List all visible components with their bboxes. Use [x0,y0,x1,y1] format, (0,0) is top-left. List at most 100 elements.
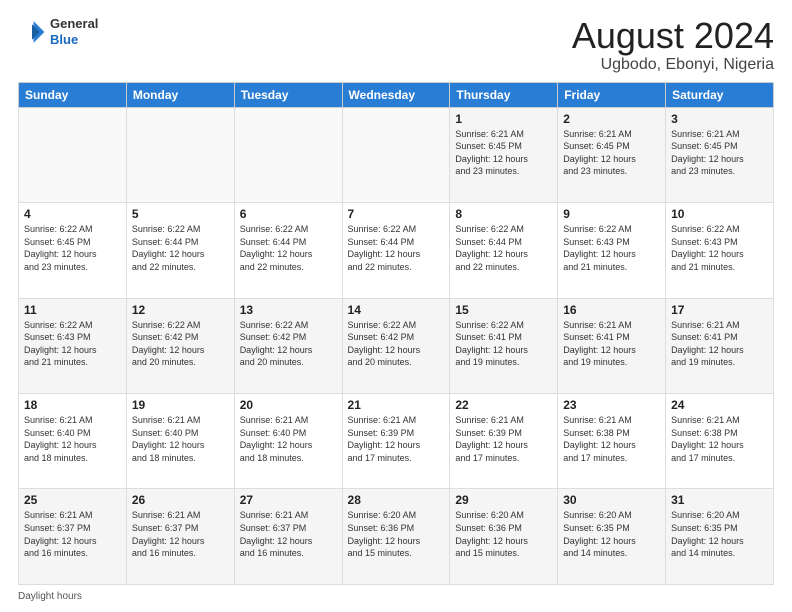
day-number: 18 [24,398,121,412]
day-info: Sunrise: 6:22 AMSunset: 6:42 PMDaylight:… [348,319,445,369]
footer-label: Daylight hours [18,591,82,602]
day-cell: 24Sunrise: 6:21 AMSunset: 6:38 PMDayligh… [666,394,774,489]
day-info: Sunrise: 6:22 AMSunset: 6:45 PMDaylight:… [24,223,121,273]
week-row-0: 1 Sunrise: 6:21 AMSunset: 6:45 PMDaylight… [19,107,774,202]
header-row: SundayMondayTuesdayWednesdayThursdayFrid… [19,82,774,107]
day-info: Sunrise: 6:21 AMSunset: 6:37 PMDaylight:… [240,509,337,559]
day-number: 31 [671,493,768,507]
day-number: 22 [455,398,552,412]
day-cell: 28Sunrise: 6:20 AMSunset: 6:36 PMDayligh… [342,489,450,585]
day-number: 6 [240,207,337,221]
day-cell [19,107,127,202]
day-number: 21 [348,398,445,412]
page: General Blue August 2024 Ugbodo, Ebonyi,… [0,0,792,612]
day-cell: 30 Sunrise: 6:20 AMSunset: 6:35 PMDayligh… [558,489,666,585]
day-number: 9 [563,207,660,221]
day-cell: 17 Sunrise: 6:21 AMSunset: 6:41 PMDayligh… [666,298,774,393]
day-info: Sunrise: 6:20 AMSunset: 6:36 PMDaylight:… [348,509,445,559]
day-cell: 18 Sunrise: 6:21 AMSunset: 6:40 PMDayligh… [19,394,127,489]
day-cell: 6Sunrise: 6:22 AMSunset: 6:44 PMDaylight… [234,203,342,298]
day-cell: 25 Sunrise: 6:21 AMSunset: 6:37 PMDayligh… [19,489,127,585]
day-info: Sunrise: 6:20 AMSunset: 6:35 PMDaylight:… [563,509,660,559]
day-cell: 26Sunrise: 6:21 AMSunset: 6:37 PMDayligh… [126,489,234,585]
day-info: Sunrise: 6:20 AMSunset: 6:35 PMDaylight:… [671,509,768,559]
week-row-3: 18 Sunrise: 6:21 AMSunset: 6:40 PMDayligh… [19,394,774,489]
day-info: Sunrise: 6:22 AMSunset: 6:44 PMDaylight:… [455,223,552,273]
header-cell-wednesday: Wednesday [342,82,450,107]
day-info: Sunrise: 6:21 AMSunset: 6:39 PMDaylight:… [455,414,552,464]
main-title: August 2024 [572,16,774,56]
header-cell-thursday: Thursday [450,82,558,107]
day-cell: 4 Sunrise: 6:22 AMSunset: 6:45 PMDaylight… [19,203,127,298]
day-cell: 29 Sunrise: 6:20 AMSunset: 6:36 PMDayligh… [450,489,558,585]
footer: Daylight hours [18,591,774,602]
day-number: 10 [671,207,768,221]
day-cell: 8 Sunrise: 6:22 AMSunset: 6:44 PMDaylight… [450,203,558,298]
day-number: 30 [563,493,660,507]
day-number: 23 [563,398,660,412]
day-number: 29 [455,493,552,507]
title-section: August 2024 Ugbodo, Ebonyi, Nigeria [572,16,774,74]
day-cell: 13Sunrise: 6:22 AMSunset: 6:42 PMDayligh… [234,298,342,393]
header-cell-saturday: Saturday [666,82,774,107]
day-info: Sunrise: 6:21 AMSunset: 6:37 PMDaylight:… [132,509,229,559]
day-cell [234,107,342,202]
day-cell: 2Sunrise: 6:21 AMSunset: 6:45 PMDaylight… [558,107,666,202]
day-number: 17 [671,303,768,317]
logo-general: General [50,16,98,31]
day-number: 19 [132,398,229,412]
day-info: Sunrise: 6:21 AMSunset: 6:45 PMDaylight:… [455,128,552,178]
day-number: 4 [24,207,121,221]
week-row-2: 11Sunrise: 6:22 AMSunset: 6:43 PMDayligh… [19,298,774,393]
day-number: 16 [563,303,660,317]
header-cell-tuesday: Tuesday [234,82,342,107]
day-info: Sunrise: 6:20 AMSunset: 6:36 PMDaylight:… [455,509,552,559]
day-cell: 22 Sunrise: 6:21 AMSunset: 6:39 PMDayligh… [450,394,558,489]
day-number: 11 [24,303,121,317]
day-info: Sunrise: 6:22 AMSunset: 6:44 PMDaylight:… [132,223,229,273]
day-cell: 10Sunrise: 6:22 AMSunset: 6:43 PMDayligh… [666,203,774,298]
day-info: Sunrise: 6:21 AMSunset: 6:39 PMDaylight:… [348,414,445,464]
day-cell: 20Sunrise: 6:21 AMSunset: 6:40 PMDayligh… [234,394,342,489]
day-cell: 3 Sunrise: 6:21 AMSunset: 6:45 PMDaylight… [666,107,774,202]
logo-icon [18,18,46,46]
day-cell: 15Sunrise: 6:22 AMSunset: 6:41 PMDayligh… [450,298,558,393]
day-number: 20 [240,398,337,412]
day-info: Sunrise: 6:21 AMSunset: 6:41 PMDaylight:… [671,319,768,369]
day-cell: 14 Sunrise: 6:22 AMSunset: 6:42 PMDayligh… [342,298,450,393]
day-info: Sunrise: 6:21 AMSunset: 6:45 PMDaylight:… [563,128,660,178]
day-number: 24 [671,398,768,412]
day-cell: 16 Sunrise: 6:21 AMSunset: 6:41 PMDayligh… [558,298,666,393]
day-number: 13 [240,303,337,317]
day-cell: 23 Sunrise: 6:21 AMSunset: 6:38 PMDayligh… [558,394,666,489]
day-info: Sunrise: 6:21 AMSunset: 6:37 PMDaylight:… [24,509,121,559]
day-info: Sunrise: 6:21 AMSunset: 6:45 PMDaylight:… [671,128,768,178]
day-cell: 12Sunrise: 6:22 AMSunset: 6:42 PMDayligh… [126,298,234,393]
day-info: Sunrise: 6:21 AMSunset: 6:41 PMDaylight:… [563,319,660,369]
day-cell: 1 Sunrise: 6:21 AMSunset: 6:45 PMDaylight… [450,107,558,202]
day-number: 8 [455,207,552,221]
day-number: 1 [455,112,552,126]
day-info: Sunrise: 6:22 AMSunset: 6:43 PMDaylight:… [563,223,660,273]
day-info: Sunrise: 6:22 AMSunset: 6:41 PMDaylight:… [455,319,552,369]
day-cell: 19Sunrise: 6:21 AMSunset: 6:40 PMDayligh… [126,394,234,489]
day-number: 12 [132,303,229,317]
day-cell [342,107,450,202]
day-cell: 7Sunrise: 6:22 AMSunset: 6:44 PMDaylight… [342,203,450,298]
day-number: 3 [671,112,768,126]
calendar-table: SundayMondayTuesdayWednesdayThursdayFrid… [18,82,774,585]
logo: General Blue [18,16,98,47]
day-cell: 9 Sunrise: 6:22 AMSunset: 6:43 PMDaylight… [558,203,666,298]
week-row-4: 25 Sunrise: 6:21 AMSunset: 6:37 PMDayligh… [19,489,774,585]
day-info: Sunrise: 6:22 AMSunset: 6:44 PMDaylight:… [348,223,445,273]
day-cell [126,107,234,202]
day-info: Sunrise: 6:21 AMSunset: 6:40 PMDaylight:… [24,414,121,464]
day-cell: 31 Sunrise: 6:20 AMSunset: 6:35 PMDayligh… [666,489,774,585]
top-section: General Blue August 2024 Ugbodo, Ebonyi,… [18,16,774,74]
day-cell: 11Sunrise: 6:22 AMSunset: 6:43 PMDayligh… [19,298,127,393]
header-cell-friday: Friday [558,82,666,107]
day-number: 25 [24,493,121,507]
day-info: Sunrise: 6:21 AMSunset: 6:38 PMDaylight:… [563,414,660,464]
day-number: 27 [240,493,337,507]
day-number: 14 [348,303,445,317]
